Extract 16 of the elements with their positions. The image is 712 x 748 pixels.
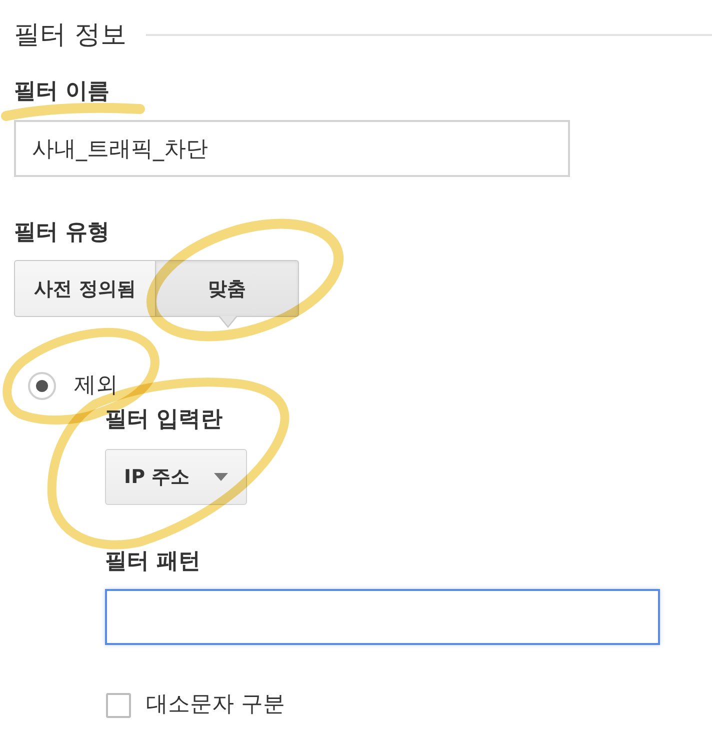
filter-field-dropdown[interactable]: IP 주소 bbox=[105, 449, 247, 505]
checkbox[interactable] bbox=[106, 692, 131, 718]
segment-tab[interactable]: 사전 정의됨 bbox=[14, 260, 156, 317]
radio-label: 제외 bbox=[74, 372, 118, 400]
filter-name-input[interactable]: 사내_트래픽_차단 bbox=[14, 120, 570, 177]
field-label: 필터 이름 bbox=[14, 78, 110, 106]
field-label: 필터 입력란 bbox=[105, 406, 223, 434]
section-title: 필터 정보 bbox=[14, 20, 126, 50]
field-label: 필터 유형 bbox=[14, 219, 110, 247]
pointer-icon bbox=[218, 316, 236, 328]
filter-pattern-input[interactable] bbox=[105, 589, 660, 645]
caret-icon bbox=[214, 473, 228, 481]
segment-tab[interactable]: 맞춤 bbox=[156, 260, 299, 317]
checkbox-label: 대소문자 구분 bbox=[146, 691, 285, 719]
radio-button[interactable] bbox=[28, 372, 56, 400]
field-label: 필터 패턴 bbox=[105, 548, 201, 576]
